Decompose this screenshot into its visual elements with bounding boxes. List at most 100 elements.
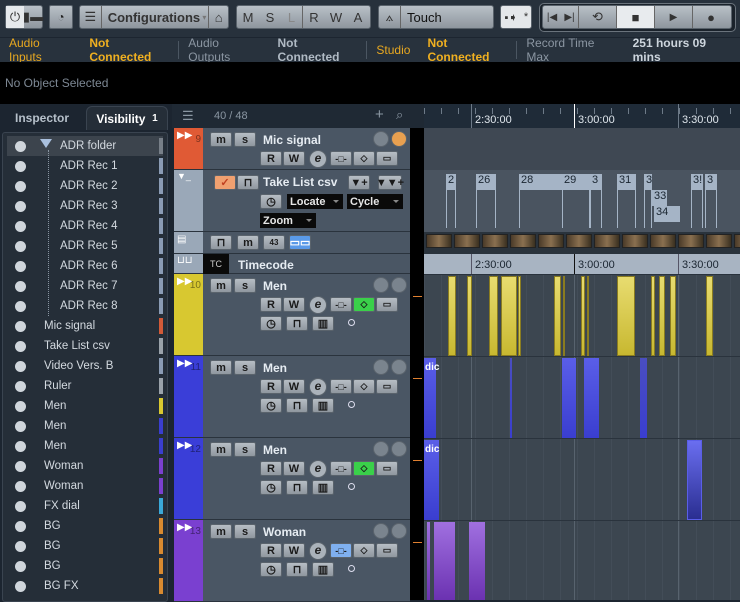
- visibility-toggle-icon[interactable]: [15, 260, 26, 272]
- insert-icon-button[interactable]: -□-: [330, 461, 352, 476]
- audio-event[interactable]: [518, 276, 521, 356]
- track-color-strip[interactable]: ▶▶ 11: [174, 356, 203, 437]
- visibility-item[interactable]: ADR Rec 6: [7, 256, 163, 276]
- audio-event[interactable]: [489, 276, 498, 356]
- mute-button[interactable]: m: [210, 132, 232, 147]
- solo-button[interactable]: s: [234, 132, 256, 147]
- constrain-delay-button[interactable]: ◔: [49, 5, 73, 29]
- visibility-item[interactable]: ADR Rec 1: [7, 156, 163, 176]
- audio-event[interactable]: [469, 522, 485, 600]
- marker-label[interactable]: 33: [652, 190, 667, 206]
- visibility-item[interactable]: ADR Rec 7: [7, 276, 163, 296]
- marker-label[interactable]: 3!: [691, 174, 703, 190]
- video-thumbnail[interactable]: [594, 234, 620, 248]
- track-color-strip[interactable]: ▼_: [174, 170, 203, 231]
- marker-label[interactable]: 3: [705, 174, 717, 190]
- solo-button[interactable]: s: [234, 524, 256, 539]
- send-icon-button[interactable]: ▭: [376, 543, 398, 558]
- video-thumbnail[interactable]: [566, 234, 592, 248]
- visibility-toggle-icon[interactable]: [15, 440, 26, 452]
- video-thumbnail[interactable]: [426, 234, 452, 248]
- track-name[interactable]: Mic signal: [263, 133, 321, 147]
- write-automation-button[interactable]: W: [283, 151, 305, 166]
- track-name[interactable]: Woman: [263, 525, 306, 539]
- visibility-toggle-icon[interactable]: [15, 220, 26, 232]
- audio-outputs-label[interactable]: Audio Outputs: [179, 36, 269, 64]
- eq-icon-button[interactable]: ◇: [353, 461, 375, 476]
- visibility-toggle-icon[interactable]: [15, 380, 26, 392]
- send-icon-button[interactable]: ▭: [376, 461, 398, 476]
- write-automation-button[interactable]: W: [283, 543, 305, 558]
- visibility-toggle-icon[interactable]: [15, 480, 26, 492]
- insert-icon-button[interactable]: -□-: [330, 151, 352, 166]
- list-icon[interactable]: ☰: [80, 6, 102, 28]
- lock-button[interactable]: ⊓: [286, 562, 308, 577]
- visibility-toggle-icon[interactable]: [15, 300, 26, 312]
- send-icon-button[interactable]: ▭: [376, 379, 398, 394]
- search-icon[interactable]: ⌕: [396, 107, 403, 123]
- lanes-button[interactable]: ▥: [312, 480, 334, 495]
- add-cycle-marker-button[interactable]: ▼▼+: [376, 175, 404, 190]
- edit-channel-icon[interactable]: e: [309, 150, 327, 168]
- visibility-toggle-icon[interactable]: [15, 420, 26, 432]
- insert-icon-button[interactable]: -□-: [330, 379, 352, 394]
- marker-label[interactable]: 2: [446, 174, 456, 190]
- audio-event[interactable]: [706, 276, 713, 356]
- visibility-toggle-icon[interactable]: [15, 180, 26, 192]
- home-icon[interactable]: ⌂: [208, 6, 228, 28]
- track-color-strip[interactable]: ▤: [174, 232, 203, 253]
- visibility-toggle-icon[interactable]: [15, 360, 26, 372]
- solo-button[interactable]: s: [234, 278, 256, 293]
- tab-inspector[interactable]: Inspector: [0, 106, 84, 130]
- track-header[interactable]: ▶▶ 10 m s Men R We -□- ◇ ▭ ◷ ⊓ ▥: [174, 274, 410, 356]
- play-icon[interactable]: ▶: [655, 6, 693, 28]
- video-thumbnail[interactable]: [538, 234, 564, 248]
- visibility-item[interactable]: Ruler: [7, 376, 163, 396]
- edit-channel-icon[interactable]: e: [309, 378, 327, 396]
- record-icon[interactable]: ●: [693, 6, 729, 28]
- read-all-button[interactable]: R: [303, 6, 325, 28]
- visibility-toggle-icon[interactable]: [15, 340, 26, 352]
- timebase-button[interactable]: ◷: [260, 194, 282, 209]
- audio-event[interactable]: [562, 358, 576, 438]
- visibility-item[interactable]: BG FX: [7, 576, 163, 596]
- audio-event[interactable]: [659, 276, 665, 356]
- lock-button[interactable]: ⊓: [286, 480, 308, 495]
- track-list-icon[interactable]: ☰: [182, 108, 194, 124]
- visibility-item[interactable]: Men: [7, 436, 163, 456]
- write-automation-button[interactable]: W: [283, 461, 305, 476]
- marker-label[interactable]: 31: [617, 174, 636, 190]
- mute-all-button[interactable]: M: [237, 6, 259, 28]
- marker-label[interactable]: 28: [519, 174, 563, 190]
- visibility-item[interactable]: ADR Rec 3: [7, 196, 163, 216]
- read-automation-button[interactable]: R: [260, 151, 282, 166]
- read-automation-button[interactable]: R: [260, 297, 282, 312]
- track-color-strip[interactable]: ▶▶ 13: [174, 520, 203, 601]
- monitor-icon[interactable]: [391, 523, 407, 539]
- cycle-icon[interactable]: ⟲: [579, 6, 617, 28]
- audio-event[interactable]: [448, 276, 456, 356]
- eq-icon-button[interactable]: ◇: [353, 379, 375, 394]
- video-thumbnail[interactable]: [706, 234, 732, 248]
- folder-expand-icon[interactable]: [40, 139, 52, 148]
- visibility-item[interactable]: ADR Rec 8: [7, 296, 163, 316]
- timebase-button[interactable]: ◷: [260, 316, 282, 331]
- frame-button[interactable]: 43: [263, 235, 285, 250]
- read-automation-button[interactable]: R: [260, 543, 282, 558]
- read-automation-button[interactable]: R: [260, 461, 282, 476]
- track-color-strip[interactable]: ▶▶ 9: [174, 128, 203, 169]
- active-marker-button[interactable]: ✓: [214, 175, 236, 190]
- layout-icon[interactable]: ▮▬: [23, 6, 43, 28]
- solo-all-button[interactable]: S: [259, 6, 281, 28]
- project-ruler[interactable]: 2:30:00 3:00:00 3:30:00: [424, 104, 740, 128]
- visibility-item[interactable]: FX dial: [7, 496, 163, 516]
- visibility-item[interactable]: Woman: [7, 456, 163, 476]
- audio-event[interactable]: [563, 276, 565, 356]
- audio-event[interactable]: [651, 276, 655, 356]
- monitor-icon[interactable]: [391, 131, 407, 147]
- visibility-toggle-icon[interactable]: [15, 200, 26, 212]
- visibility-item[interactable]: ADR Rec 2: [7, 176, 163, 196]
- audio-event[interactable]: [510, 358, 512, 438]
- record-enable-icon[interactable]: [373, 131, 389, 147]
- track-name[interactable]: Take List csv: [263, 175, 337, 189]
